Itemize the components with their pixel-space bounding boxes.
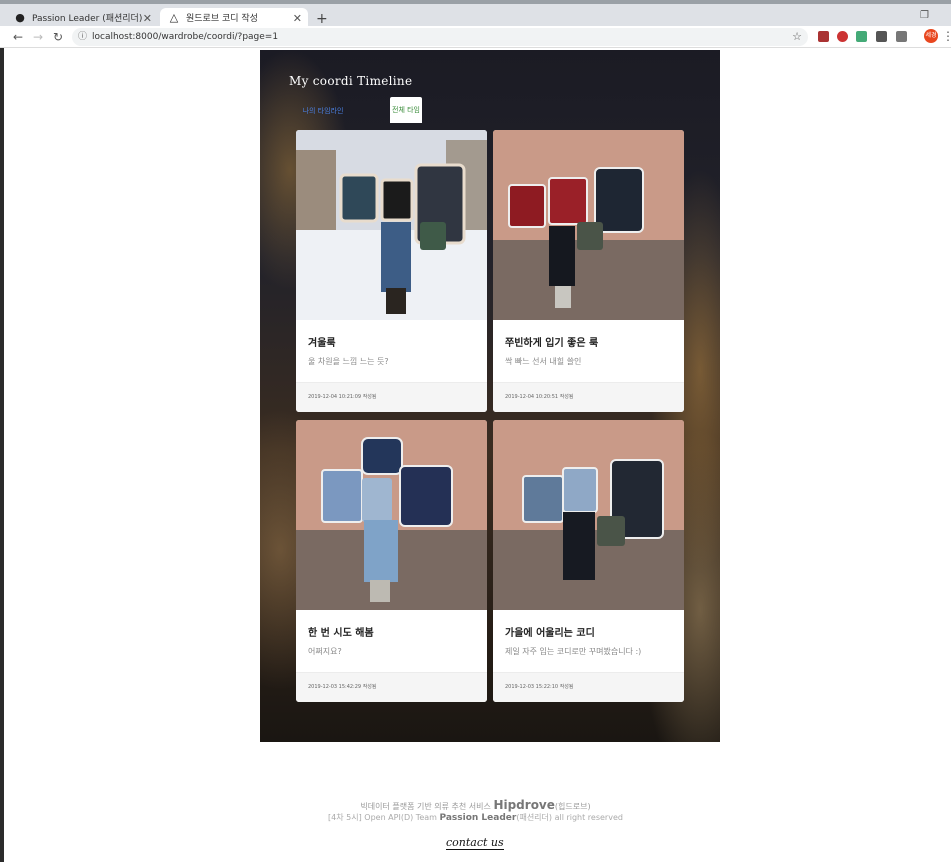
coordi-photo bbox=[296, 130, 487, 320]
card-subtitle: 어쩌지요? bbox=[308, 647, 342, 656]
browser-toolbar: ← → ↻ ⓘ localhost:8000/wardrobe/coordi/?… bbox=[0, 26, 951, 48]
back-arrow-icon[interactable]: ← bbox=[10, 29, 26, 45]
footer-brand-passion-leader: Passion Leader bbox=[439, 813, 517, 823]
tab-title: Passion Leader (패션리더) bbox=[32, 14, 143, 24]
profile-avatar[interactable]: 세경 bbox=[924, 29, 938, 43]
coordi-photo bbox=[493, 130, 684, 320]
extension-icon[interactable] bbox=[837, 31, 848, 42]
footer-rights-text: (패션리더) all right reserved bbox=[516, 813, 623, 822]
footer-team-text: [4차 5시] Open API(D) Team bbox=[328, 813, 437, 822]
footer-brand-hipdrove: Hipdrove bbox=[493, 798, 555, 812]
card-timestamp: 2019-12-03 15:42:29 작성됨 bbox=[308, 684, 377, 690]
page-viewport: My coordi Timeline 나의 타임라인 전체 타임라인 bbox=[0, 48, 951, 862]
info-icon[interactable]: ⓘ bbox=[78, 28, 87, 46]
card-footer: 2019-12-04 10:20:51 작성됨 bbox=[493, 382, 684, 412]
coordi-card[interactable]: 쭈빈하게 입기 좋은 룩 싹 빠느 선서 내힐 쓸인 2019-12-04 10… bbox=[493, 130, 684, 412]
coordi-photo bbox=[296, 420, 487, 610]
window-edge bbox=[0, 48, 4, 862]
tab-my-timeline[interactable]: 나의 타임라인 bbox=[290, 98, 356, 124]
code-extension-icon[interactable] bbox=[896, 31, 907, 42]
card-title: 가을에 어울리는 코디 bbox=[505, 628, 595, 639]
coordi-card[interactable]: 한 번 시도 해봄 어쩌지요? 2019-12-03 15:42:29 작성됨 bbox=[296, 420, 487, 702]
github-icon: ● bbox=[15, 11, 25, 24]
timeline-section: My coordi Timeline 나의 타임라인 전체 타임라인 bbox=[260, 50, 720, 742]
footer-service-text: 빅데이터 플랫폼 기반 의류 추천 서비스 bbox=[360, 802, 491, 811]
hanger-icon: △ bbox=[169, 11, 179, 24]
coordi-card[interactable]: 겨울룩 울 차원을 느낌 느는 듯? 2019-12-04 10:21:09 작… bbox=[296, 130, 487, 412]
card-footer: 2019-12-04 10:21:09 작성됨 bbox=[296, 382, 487, 412]
footer-team-line: [4차 5시] Open API(D) Team Passion Leader(… bbox=[0, 812, 951, 823]
browser-menu-icon[interactable]: ⋮ bbox=[942, 29, 951, 43]
pdf-extension-icon[interactable] bbox=[818, 31, 829, 42]
translate-extension-icon[interactable] bbox=[856, 31, 867, 42]
card-footer: 2019-12-03 15:22:10 작성됨 bbox=[493, 672, 684, 702]
tab-all-timeline[interactable]: 전체 타임라인 bbox=[390, 97, 422, 140]
window-restore-icon[interactable]: ❐ bbox=[920, 10, 929, 21]
footer-service-line: 빅데이터 플랫폼 기반 의류 추천 서비스 Hipdrove(힙드로브) bbox=[0, 798, 951, 812]
url-text: localhost:8000/wardrobe/coordi/?page=1 bbox=[92, 32, 279, 42]
card-timestamp: 2019-12-04 10:21:09 작성됨 bbox=[308, 394, 377, 400]
card-subtitle: 싹 빠느 선서 내힐 쓸인 bbox=[505, 357, 582, 366]
card-timestamp: 2019-12-03 15:22:10 작성됨 bbox=[505, 684, 574, 690]
card-title: 쭈빈하게 입기 좋은 룩 bbox=[505, 338, 599, 349]
forward-arrow-icon[interactable]: → bbox=[30, 29, 46, 45]
card-timestamp: 2019-12-04 10:20:51 작성됨 bbox=[505, 394, 574, 400]
card-subtitle: 울 차원을 느낌 느는 듯? bbox=[308, 357, 389, 366]
card-title: 한 번 시도 해봄 bbox=[308, 628, 374, 639]
reload-icon[interactable]: ↻ bbox=[50, 29, 66, 45]
footer-brand-korean: (힙드로브) bbox=[554, 802, 591, 811]
page-title: My coordi Timeline bbox=[289, 74, 413, 88]
card-subtitle: 제일 자주 입는 코디로만 꾸며봤습니다 :) bbox=[505, 647, 642, 656]
coordi-card[interactable]: 가을에 어울리는 코디 제일 자주 입는 코디로만 꾸며봤습니다 :) 2019… bbox=[493, 420, 684, 702]
camera-extension-icon[interactable] bbox=[876, 31, 887, 42]
coordi-photo bbox=[493, 420, 684, 610]
contact-us-link[interactable]: contact us bbox=[446, 836, 504, 850]
address-bar[interactable]: ⓘ localhost:8000/wardrobe/coordi/?page=1… bbox=[72, 28, 808, 46]
browser-tab-strip: ● Passion Leader (패션리더) ✕ △ 원드로브 코디 작성 ✕… bbox=[0, 0, 951, 30]
card-title: 겨울룩 bbox=[308, 338, 336, 349]
tab-title: 원드로브 코디 작성 bbox=[186, 14, 258, 24]
card-footer: 2019-12-03 15:42:29 작성됨 bbox=[296, 672, 487, 702]
bookmark-star-icon[interactable]: ☆ bbox=[792, 28, 802, 46]
